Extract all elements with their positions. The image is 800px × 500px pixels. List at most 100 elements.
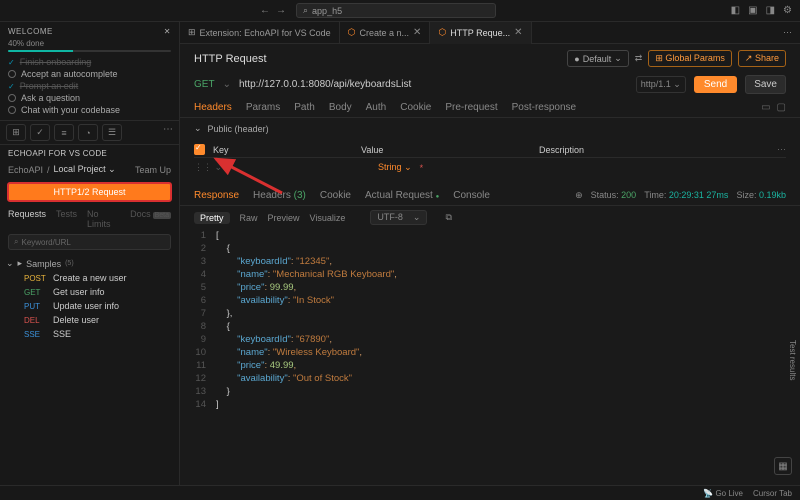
circle-icon	[8, 70, 16, 78]
select-all-checkbox[interactable]	[194, 144, 205, 155]
split-icon[interactable]: ▭	[761, 102, 770, 113]
sidebar-tabs: Requests Tests No Limits DocsBeta	[0, 207, 179, 231]
nav-back-icon[interactable]: ←	[260, 5, 270, 16]
welcome-item[interactable]: Accept an autocomplete	[8, 68, 171, 80]
progress-label: 40% done	[8, 39, 171, 48]
resp-tab-console[interactable]: Console	[453, 190, 490, 201]
close-icon[interactable]: ✕	[514, 27, 522, 38]
tabs-more-icon[interactable]: ⋯	[783, 27, 800, 38]
req-tab-path[interactable]: Path	[294, 102, 315, 113]
page-title: HTTP Request	[194, 53, 267, 65]
editor-tab[interactable]: ⬡Create a n...✕	[340, 22, 431, 44]
tool-3[interactable]: ≡	[54, 124, 74, 141]
layout-toggle-icon[interactable]: ▦	[774, 457, 792, 475]
view-visualize[interactable]: Visualize	[310, 213, 346, 223]
headers-section-toggle[interactable]: ⌄ Public (header)	[180, 118, 800, 139]
tool-4[interactable]: ◔	[78, 124, 98, 141]
nav-fwd-icon[interactable]: →	[276, 5, 286, 16]
settings-icon[interactable]: ⚙	[783, 5, 792, 16]
chevron-down-icon: ⌄	[194, 123, 202, 134]
tree-item[interactable]: DELDelete user	[6, 313, 173, 327]
req-tab-post-response[interactable]: Post-response	[512, 102, 576, 113]
view-preview[interactable]: Preview	[268, 213, 300, 223]
global-params-button[interactable]: ⊞ Global Params	[648, 50, 732, 67]
status-bar: 📡 Go Live Cursor Tab	[0, 485, 800, 500]
tab-nolimits[interactable]: No Limits	[87, 209, 120, 229]
resp-tab-actual[interactable]: Actual Request ●	[365, 190, 439, 201]
tab-docs[interactable]: DocsBeta	[130, 209, 171, 229]
drag-icon[interactable]: ⋮⋮ ⌄	[194, 162, 222, 173]
share-button[interactable]: ↗ Share	[738, 50, 786, 67]
welcome-item[interactable]: Ask a question	[8, 92, 171, 104]
tree-item[interactable]: SSESSE	[6, 327, 173, 341]
view-pretty[interactable]: Pretty	[194, 212, 230, 224]
response-body[interactable]: 1[2 {3 "keyboardId": "12345",4 "name": "…	[180, 229, 800, 411]
req-tab-auth[interactable]: Auth	[366, 102, 387, 113]
tool-1[interactable]: ⊞	[6, 124, 26, 141]
resp-size: 0.19kb	[759, 190, 786, 200]
view-raw[interactable]: Raw	[240, 213, 258, 223]
method-select[interactable]: GET	[194, 79, 215, 90]
circle-icon	[8, 106, 16, 114]
cursor-tab[interactable]: Cursor Tab	[753, 489, 792, 498]
resp-tab-cookie[interactable]: Cookie	[320, 190, 351, 201]
tree-item[interactable]: GETGet user info	[6, 285, 173, 299]
welcome-panel: WELCOME ✕ 40% done ✓Finish onboardingAcc…	[0, 22, 179, 120]
type-select[interactable]: String ⌄	[378, 162, 412, 173]
tree-item[interactable]: POSTCreate a new user	[6, 271, 173, 285]
protocol-select[interactable]: http/1.1 ⌄	[636, 76, 686, 93]
tool-2[interactable]: ✓	[30, 124, 50, 141]
broadcast-icon[interactable]: 📡 Go Live	[703, 489, 743, 498]
col-key: Key	[213, 145, 353, 155]
welcome-item[interactable]: Chat with your codebase	[8, 104, 171, 116]
save-button[interactable]: Save	[745, 75, 786, 94]
project-select[interactable]: Local Project ⌄	[54, 164, 116, 175]
tree-folder[interactable]: ⌄ ▸ Samples (5)	[6, 256, 173, 271]
expand-icon[interactable]: ▢	[777, 102, 786, 113]
search-icon: ⌕	[303, 5, 308, 16]
check-icon: ✓	[8, 58, 15, 67]
req-tab-body[interactable]: Body	[329, 102, 352, 113]
globe-icon[interactable]: ⊕	[575, 190, 583, 201]
copy-icon[interactable]: ⧉	[445, 212, 451, 223]
search-icon: ⌕	[14, 237, 18, 247]
close-icon[interactable]: ✕	[413, 27, 421, 38]
layout-left-icon[interactable]: ◧	[731, 5, 740, 16]
new-request-button[interactable]: HTTP1/2 Request	[7, 182, 172, 202]
req-tab-headers[interactable]: Headers	[194, 102, 232, 113]
close-icon[interactable]: ✕	[164, 27, 171, 36]
tool-5[interactable]: ☰	[102, 124, 122, 141]
layout-right-icon[interactable]: ◨	[766, 5, 775, 16]
welcome-item[interactable]: ✓Prompt an edit	[8, 80, 171, 92]
resp-tab-response[interactable]: Response	[194, 190, 239, 201]
tab-tests[interactable]: Tests	[56, 209, 77, 229]
encoding-select[interactable]: UTF-8 ⌄	[370, 210, 427, 225]
api-icon: ⬡	[438, 27, 446, 38]
req-tab-pre-request[interactable]: Pre-request	[445, 102, 497, 113]
editor-area: ⊞Extension: EchoAPI for VS Code⬡Create a…	[180, 22, 800, 485]
command-search[interactable]: ⌕ app_h5	[296, 3, 496, 18]
more-icon[interactable]: ⋯	[163, 124, 173, 141]
req-tab-params[interactable]: Params	[246, 102, 280, 113]
editor-tab[interactable]: ⊞Extension: EchoAPI for VS Code	[180, 22, 340, 44]
send-button[interactable]: Send	[694, 76, 737, 93]
col-value: Value	[361, 145, 531, 155]
editor-tab[interactable]: ⬡HTTP Reque...✕	[430, 22, 531, 44]
team-link[interactable]: Team Up	[135, 165, 171, 175]
keyword-search[interactable]: ⌕ Keyword/URL	[8, 234, 171, 250]
url-input[interactable]: http://127.0.0.1:8080/api/keyboardsList	[239, 79, 628, 90]
req-tab-cookie[interactable]: Cookie	[400, 102, 431, 113]
row-more-icon[interactable]: ⋯	[777, 144, 786, 155]
test-results-panel[interactable]: Test results	[788, 340, 797, 380]
link-icon[interactable]: ⇄	[635, 53, 643, 64]
ext-icon: ⊞	[188, 27, 196, 38]
resp-tab-headers[interactable]: Headers (3)	[253, 190, 306, 201]
layout-bottom-icon[interactable]: ▣	[748, 5, 757, 16]
env-select[interactable]: ● Default ⌄	[567, 50, 629, 67]
folder-icon: ▸	[18, 258, 23, 269]
welcome-item[interactable]: ✓Finish onboarding	[8, 56, 171, 68]
tab-requests[interactable]: Requests	[8, 209, 46, 229]
header-row[interactable]: ⋮⋮ ⌄ String ⌄ *	[194, 158, 786, 177]
welcome-title: WELCOME	[8, 27, 53, 36]
tree-item[interactable]: PUTUpdate user info	[6, 299, 173, 313]
